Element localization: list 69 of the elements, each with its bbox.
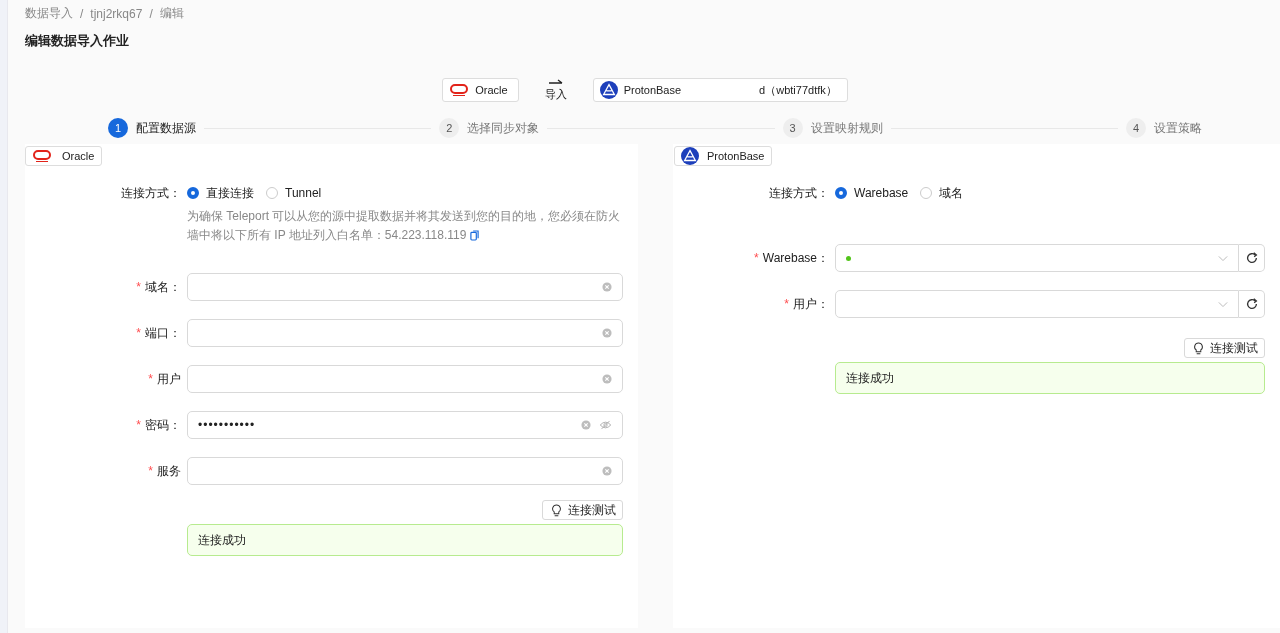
copy-icon[interactable]: [470, 230, 480, 241]
protonbase-logo-icon: [681, 147, 699, 165]
refresh-button[interactable]: [1239, 290, 1265, 318]
connection-test-button[interactable]: 连接测试: [1184, 338, 1265, 358]
required-mark: *: [136, 418, 141, 432]
input-field[interactable]: [187, 273, 623, 301]
database-tag: Oracle: [25, 146, 103, 166]
password-field[interactable]: •••••••••••: [187, 411, 623, 439]
oracle-logo-icon: [32, 149, 52, 163]
breadcrumb-separator: /: [80, 6, 84, 21]
required-mark: *: [754, 251, 759, 265]
lightbulb-icon: [551, 503, 562, 517]
arrow-icon: [547, 78, 564, 87]
required-mark: *: [148, 372, 153, 386]
clear-icon[interactable]: [602, 328, 612, 338]
required-mark: *: [136, 280, 141, 294]
input-field[interactable]: [187, 365, 623, 393]
chevron-down-icon: [1218, 254, 1228, 262]
success-message: 连接成功: [187, 524, 623, 556]
whitelist-note-line: 墙中将以下所有 IP 地址列入白名单：54.223.118.119: [187, 227, 467, 244]
radio-option[interactable]: 域名: [920, 184, 964, 202]
field-label: 域名：: [145, 278, 181, 296]
refresh-icon: [1244, 251, 1259, 265]
radio-option[interactable]: Tunnel: [266, 184, 322, 202]
source-tag: Oracle: [442, 78, 519, 102]
breadcrumb-item[interactable]: tjnj2rkq67: [90, 6, 143, 21]
clear-icon[interactable]: [581, 420, 591, 430]
breadcrumb-item[interactable]: 数据导入: [25, 5, 73, 22]
field-label: Warebase：: [762, 249, 829, 267]
refresh-icon: [1244, 297, 1259, 311]
eye-off-icon[interactable]: [599, 420, 612, 430]
field-label: 端口：: [145, 324, 181, 342]
protonbase-logo-icon: [599, 81, 618, 99]
success-message: 连接成功: [835, 362, 1265, 394]
step-item[interactable]: 4 设置策略: [1126, 118, 1202, 138]
breadcrumb-separator: /: [149, 6, 153, 21]
clear-icon[interactable]: [602, 466, 612, 476]
clear-icon[interactable]: [602, 374, 612, 384]
arrow-label: 导入: [544, 86, 567, 102]
radio-option[interactable]: Warebase: [835, 184, 909, 202]
field-label: 服务: [157, 462, 181, 480]
step-item[interactable]: 3 设置映射规则: [782, 118, 883, 138]
field-label: 用户: [157, 370, 181, 388]
field-label: 连接方式：: [120, 184, 181, 202]
page-title: 编辑数据导入作业: [25, 32, 130, 50]
clear-icon[interactable]: [602, 282, 612, 292]
select-field[interactable]: [835, 290, 1239, 318]
chevron-down-icon: [1218, 300, 1228, 308]
input-field[interactable]: [187, 457, 623, 485]
whitelist-note-line: 为确保 Teleport 可以从您的源中提取数据并将其发送到您的目的地，您必须在防火: [187, 208, 621, 225]
radio-option[interactable]: 直接连接: [187, 184, 254, 202]
step-item[interactable]: 2 选择同步对象: [439, 118, 540, 138]
field-label: 连接方式：: [768, 184, 829, 202]
field-label: 用户：: [793, 295, 829, 313]
breadcrumb-item: 编辑: [159, 5, 184, 22]
lightbulb-icon: [1193, 341, 1204, 355]
step-item[interactable]: 1 配置数据源: [108, 118, 196, 138]
field-label: 密码：: [145, 416, 181, 434]
required-mark: *: [136, 326, 141, 340]
connection-test-button[interactable]: 连接测试: [542, 500, 623, 520]
select-field[interactable]: [835, 244, 1239, 272]
input-field[interactable]: [187, 319, 623, 347]
oracle-logo-icon: [449, 83, 470, 97]
required-mark: *: [784, 297, 789, 311]
target-id: d（wbti77dtfk）: [759, 82, 837, 98]
database-tag: ProtonBase: [674, 146, 773, 166]
target-name: ProtonBase: [623, 84, 682, 96]
refresh-button[interactable]: [1239, 244, 1265, 272]
required-mark: *: [148, 464, 153, 478]
